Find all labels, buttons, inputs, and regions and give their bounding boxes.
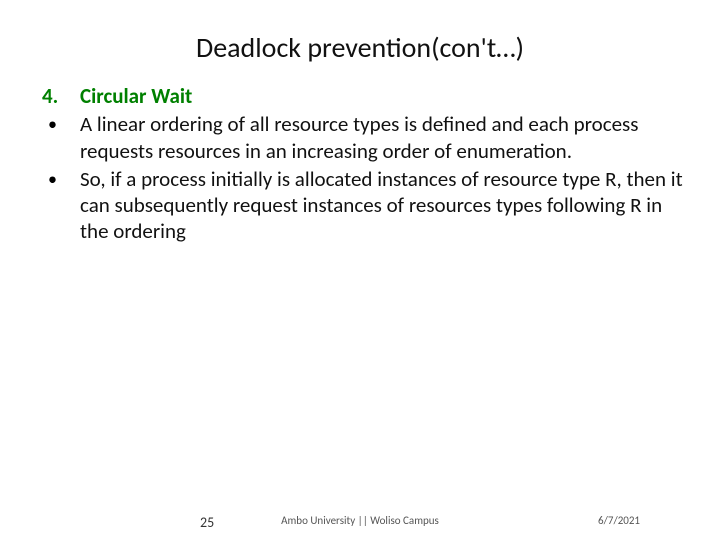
bullet-icon: • [36,166,80,245]
item-heading: Circular Wait [80,83,684,109]
slide-content: 4. Circular Wait • A linear ordering of … [36,83,684,245]
list-item-heading: 4. Circular Wait [36,83,684,109]
bullet-text: So, if a process initially is allocated … [80,166,684,245]
list-item: • A linear ordering of all resource type… [36,111,684,164]
slide: Deadlock prevention(con't…) 4. Circular … [0,0,720,540]
footer-date: 6/7/2021 [598,514,640,527]
list-item: • So, if a process initially is allocate… [36,166,684,245]
item-number: 4. [36,83,80,109]
bullet-text: A linear ordering of all resource types … [80,111,684,164]
slide-title: Deadlock prevention(con't…) [36,30,684,65]
bullet-icon: • [36,111,80,164]
